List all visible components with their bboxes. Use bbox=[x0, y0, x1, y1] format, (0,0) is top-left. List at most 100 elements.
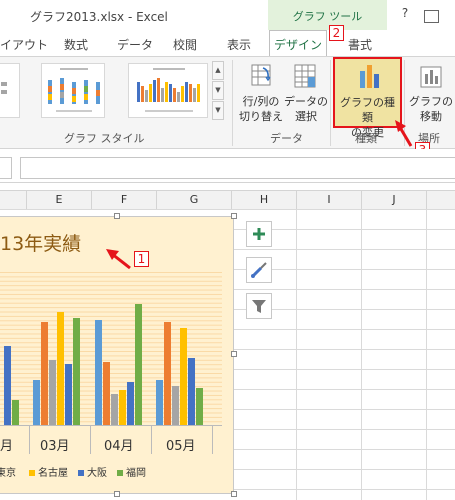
category-separator bbox=[29, 426, 30, 454]
tab-view[interactable]: 表示 bbox=[227, 36, 251, 53]
legend-item-tokyo[interactable]: 東京 bbox=[0, 464, 16, 479]
x-tick-label: 03月 bbox=[40, 439, 70, 454]
tab-review[interactable]: 校閲 bbox=[173, 36, 197, 53]
chart-style-thumb-1[interactable] bbox=[0, 63, 20, 118]
resize-handle[interactable] bbox=[231, 351, 237, 357]
gallery-more-icon[interactable]: ▼ bbox=[212, 101, 224, 120]
resize-handle[interactable] bbox=[114, 491, 120, 497]
column-header-f[interactable]: F bbox=[92, 191, 157, 209]
column-header-j[interactable]: J bbox=[362, 191, 427, 209]
tab-layout[interactable]: イアウト bbox=[0, 36, 48, 53]
column-header-g[interactable]: G bbox=[157, 191, 232, 209]
legend-label: 名古屋 bbox=[38, 468, 68, 479]
chart-styles-button[interactable] bbox=[246, 257, 272, 283]
column-header-d[interactable] bbox=[0, 191, 27, 209]
chart-bar[interactable] bbox=[156, 380, 163, 426]
column-header-e[interactable]: E bbox=[27, 191, 92, 209]
chart-bar[interactable] bbox=[73, 318, 80, 426]
chart-bar[interactable] bbox=[164, 322, 171, 426]
gallery-scroll[interactable]: ▲ ▼ ▼ bbox=[212, 61, 224, 121]
chart-bar[interactable] bbox=[33, 380, 40, 426]
chart-elements-button[interactable] bbox=[246, 221, 272, 247]
select-data-label-2: 選択 bbox=[295, 110, 317, 123]
chart-bar[interactable] bbox=[188, 358, 195, 426]
chart-bar[interactable] bbox=[103, 362, 110, 426]
switch-row-column-label-2: 切り替え bbox=[239, 110, 283, 123]
name-box[interactable] bbox=[0, 157, 12, 179]
chart-filters-button[interactable] bbox=[246, 293, 272, 319]
chart-bar[interactable] bbox=[49, 360, 56, 426]
chart-bar[interactable] bbox=[111, 394, 118, 426]
legend-label: 東京 bbox=[0, 468, 16, 479]
switch-row-column-icon bbox=[251, 64, 271, 86]
gallery-down-icon[interactable]: ▼ bbox=[212, 81, 224, 100]
ribbon-divider bbox=[232, 60, 233, 146]
resize-handle[interactable] bbox=[231, 213, 237, 219]
legend-label: 大阪 bbox=[87, 468, 107, 479]
column-header-row: E F G H I J bbox=[0, 190, 455, 210]
chart-bar[interactable] bbox=[119, 390, 126, 426]
chart-bar[interactable] bbox=[180, 328, 187, 426]
chart-style-thumb-2[interactable] bbox=[41, 63, 105, 118]
change-chart-type-label-1: グラフの種類 bbox=[340, 96, 395, 124]
legend-label: 福岡 bbox=[126, 468, 146, 479]
legend-item-nagoya[interactable]: 名古屋 bbox=[29, 464, 68, 479]
select-data-label-1: データの bbox=[284, 95, 328, 108]
x-tick-label: 05月 bbox=[166, 439, 196, 454]
brush-icon bbox=[251, 262, 267, 278]
tab-data[interactable]: データ bbox=[117, 36, 153, 53]
category-separator bbox=[151, 426, 152, 454]
bar-chart-icon bbox=[360, 65, 379, 88]
group-type-label: 種類 bbox=[355, 132, 377, 145]
legend-item-osaka[interactable]: 大阪 bbox=[78, 464, 107, 479]
group-chart-styles-label: グラフ スタイル bbox=[64, 132, 145, 145]
tab-design[interactable]: デザイン bbox=[269, 30, 327, 56]
switch-row-column-label-1: 行/列の bbox=[242, 95, 280, 108]
resize-handle[interactable] bbox=[231, 491, 237, 497]
chart-bar[interactable] bbox=[127, 382, 134, 426]
chart-bar[interactable] bbox=[65, 364, 72, 426]
chart-bar[interactable] bbox=[172, 386, 179, 426]
group-data-label: データ bbox=[270, 132, 303, 145]
tab-format[interactable]: 書式 bbox=[348, 36, 372, 53]
formula-input[interactable] bbox=[20, 157, 455, 179]
x-tick-label: 04月 bbox=[104, 439, 134, 454]
chart-tools-context-group: グラフ ツール bbox=[268, 0, 387, 30]
category-separator bbox=[212, 426, 213, 454]
resize-handle[interactable] bbox=[114, 213, 120, 219]
column-header-i[interactable]: I bbox=[297, 191, 362, 209]
switch-row-column-button[interactable]: 行/列の 切り替え bbox=[238, 60, 284, 128]
chart-title[interactable]: 13年実績 bbox=[0, 229, 81, 256]
change-chart-type-button[interactable]: グラフの種類 の変更 bbox=[333, 57, 402, 139]
tab-design-label: デザイン bbox=[273, 38, 322, 52]
column-header-h[interactable]: H bbox=[232, 191, 297, 209]
chart-style-thumb-3[interactable] bbox=[128, 63, 208, 118]
help-button[interactable]: ? bbox=[396, 6, 414, 24]
legend-swatch bbox=[29, 470, 35, 476]
filter-icon bbox=[252, 300, 266, 313]
category-separator bbox=[90, 426, 91, 454]
callout-arrow-3 bbox=[395, 120, 413, 147]
chart-bar[interactable] bbox=[41, 322, 48, 426]
restore-ribbon-button[interactable] bbox=[424, 10, 439, 23]
chart-bar[interactable] bbox=[57, 312, 64, 426]
callout-number-2: 2 bbox=[329, 25, 344, 41]
select-data-icon bbox=[294, 64, 316, 88]
window-title: グラフ2013.xlsx - Excel bbox=[30, 10, 168, 24]
chart-bar[interactable] bbox=[12, 400, 19, 426]
chart-tools-label: グラフ ツール bbox=[292, 10, 363, 23]
move-chart-icon bbox=[420, 66, 442, 88]
plus-icon bbox=[253, 228, 265, 240]
chart-bar[interactable] bbox=[4, 346, 11, 426]
chart-bar[interactable] bbox=[95, 320, 102, 426]
chart-bar[interactable] bbox=[196, 388, 203, 426]
gallery-up-icon[interactable]: ▲ bbox=[212, 61, 224, 80]
chart-bar[interactable] bbox=[135, 304, 142, 426]
legend-item-fukuoka[interactable]: 福岡 bbox=[117, 464, 146, 479]
grid-line bbox=[426, 209, 427, 500]
x-axis-line bbox=[0, 425, 222, 426]
select-data-button[interactable]: データの 選択 bbox=[284, 60, 328, 128]
tab-formulas[interactable]: 数式 bbox=[64, 36, 88, 53]
grid-line bbox=[361, 209, 362, 500]
x-tick-label: 月 bbox=[0, 439, 14, 454]
